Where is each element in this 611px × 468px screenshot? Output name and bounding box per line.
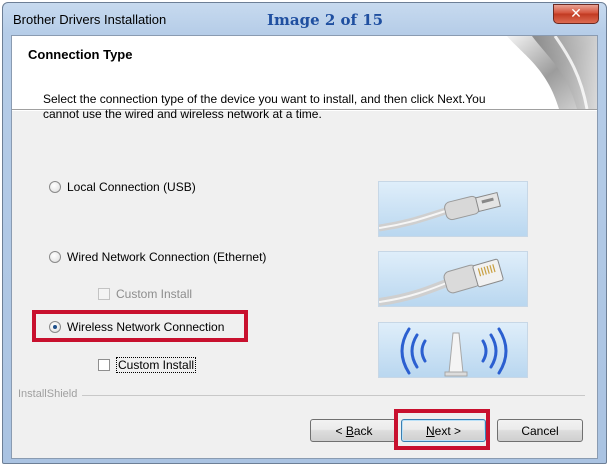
close-button[interactable]: ✕ bbox=[553, 4, 599, 24]
close-icon: ✕ bbox=[570, 6, 582, 22]
wireless-signal-icon bbox=[378, 322, 528, 378]
wireless-custom-install-label: Custom Install bbox=[116, 357, 197, 373]
usb-cable-icon bbox=[378, 181, 528, 237]
wireless-highlight-box bbox=[32, 310, 248, 342]
next-highlight-box bbox=[394, 409, 490, 450]
option-wired-ethernet-label: Wired Network Connection (Ethernet) bbox=[67, 250, 267, 264]
title-bar[interactable]: Brother Drivers Installation Image 2 of … bbox=[3, 3, 606, 35]
installshield-branding: InstallShield bbox=[12, 388, 597, 400]
checkbox-wired-custom-install[interactable] bbox=[98, 288, 110, 300]
back-button-prefix: < bbox=[335, 423, 346, 438]
ethernet-cable-icon bbox=[378, 251, 528, 307]
option-local-usb-label: Local Connection (USB) bbox=[67, 180, 196, 194]
window-title: Brother Drivers Installation bbox=[13, 12, 167, 27]
page-title: Connection Type bbox=[28, 47, 133, 62]
cancel-button-label: Cancel bbox=[521, 423, 559, 438]
instructions-line-1: Select the connection type of the device… bbox=[43, 92, 486, 106]
instructions-line-2: cannot use the wired and wireless networ… bbox=[43, 107, 322, 121]
instructions-text: Select the connection type of the device… bbox=[43, 92, 543, 122]
image-caption: Image 2 of 15 bbox=[267, 11, 384, 29]
radio-local-usb[interactable] bbox=[49, 181, 61, 193]
wired-custom-install[interactable]: Custom Install bbox=[98, 287, 192, 301]
cancel-button[interactable]: Cancel bbox=[497, 419, 583, 442]
back-button-rest: ack bbox=[353, 423, 373, 438]
installer-window: Brother Drivers Installation Image 2 of … bbox=[2, 2, 607, 464]
wired-custom-install-label: Custom Install bbox=[116, 287, 193, 301]
branding-divider bbox=[18, 395, 585, 396]
installshield-label: InstallShield bbox=[18, 388, 83, 400]
dialog-body: Connection Type Select the connection ty… bbox=[11, 35, 598, 459]
option-wired-ethernet[interactable]: Wired Network Connection (Ethernet) bbox=[49, 250, 266, 264]
wireless-custom-install[interactable]: Custom Install bbox=[98, 357, 197, 373]
back-button[interactable]: < Back bbox=[310, 419, 398, 442]
radio-wired-ethernet[interactable] bbox=[49, 251, 61, 263]
back-button-mnemonic: B bbox=[345, 423, 354, 438]
option-local-usb[interactable]: Local Connection (USB) bbox=[49, 180, 196, 194]
checkbox-wireless-custom-install[interactable] bbox=[98, 359, 110, 371]
